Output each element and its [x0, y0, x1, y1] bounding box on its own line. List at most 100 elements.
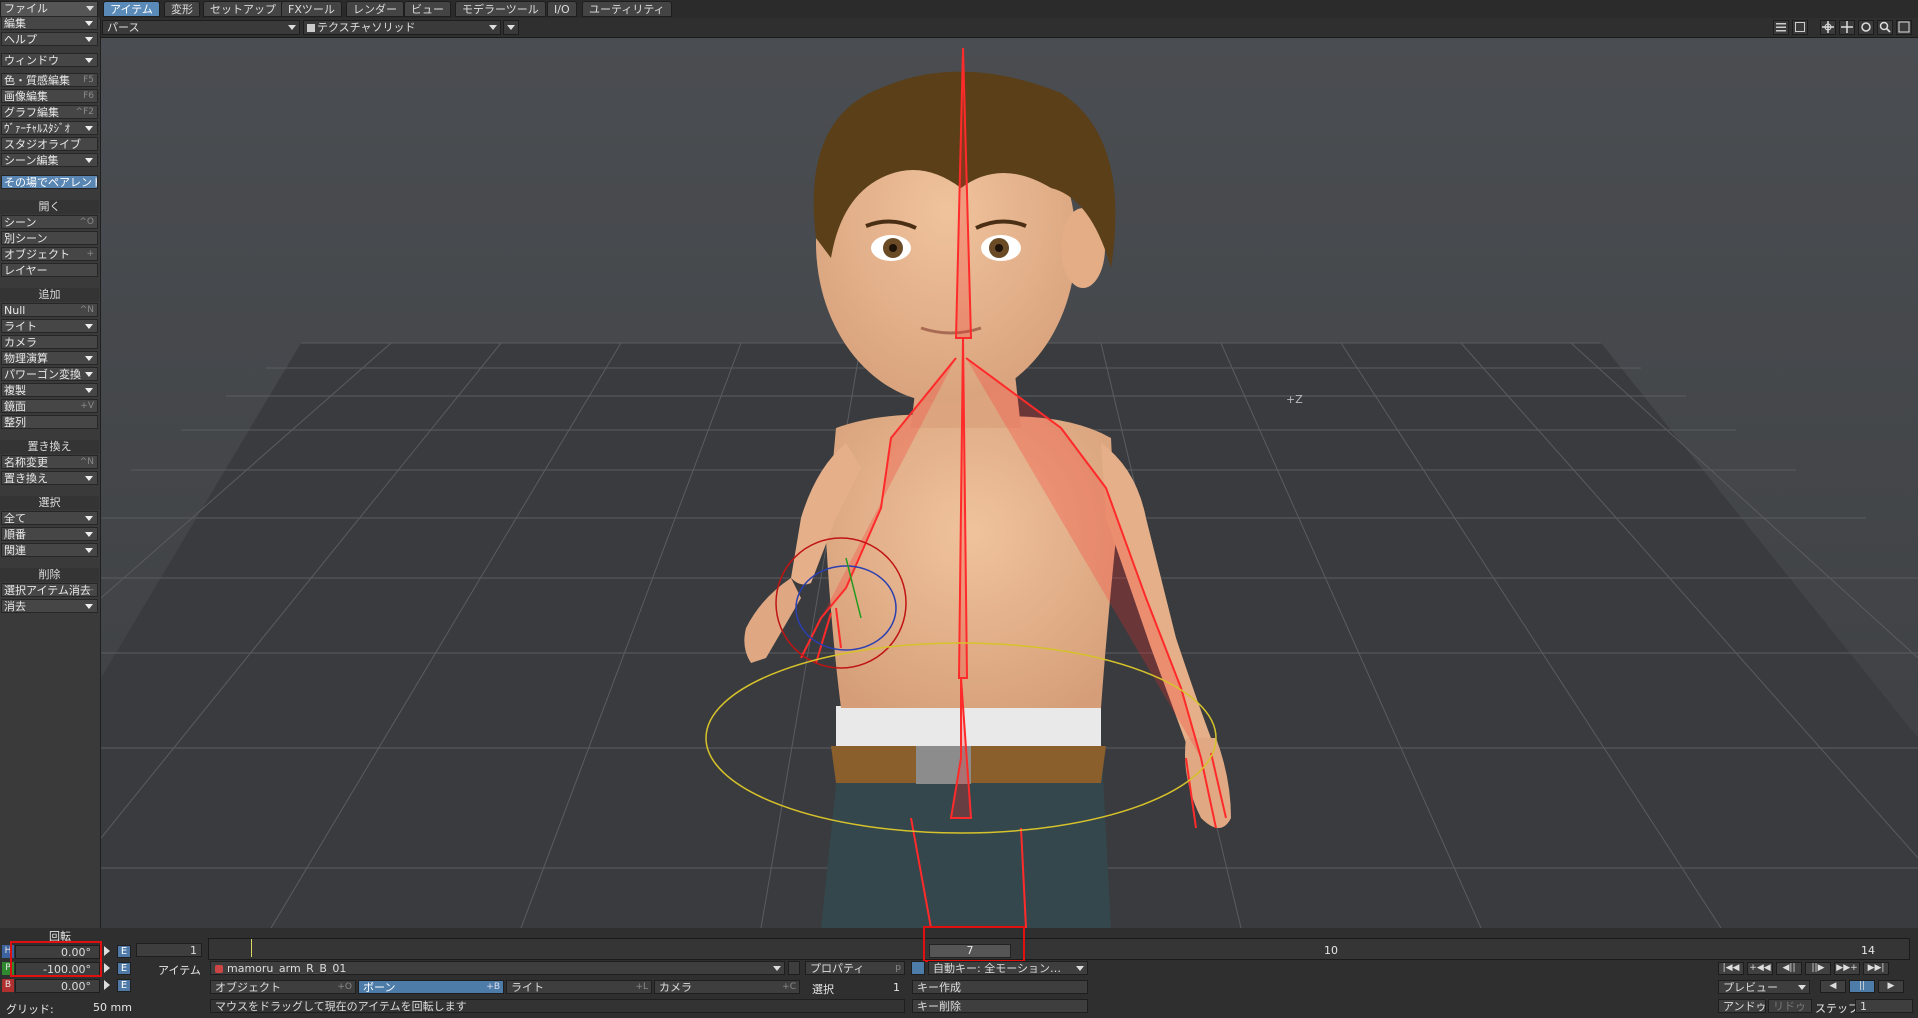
svg-text:+Z: +Z: [1286, 393, 1303, 406]
edit-menu-label: 編集: [4, 17, 26, 30]
help-menu[interactable]: ヘルプ: [1, 32, 98, 46]
grid-value: 50 mm: [93, 1001, 132, 1014]
file-menu[interactable]: ファイル: [0, 1, 98, 17]
chevron-down-icon: [85, 126, 93, 131]
add-null-button[interactable]: Null ^N: [1, 303, 98, 317]
render-mode-dropdown[interactable]: テクスチャソリッド: [303, 20, 501, 35]
move-view-icon[interactable]: [1820, 20, 1836, 35]
select-all-menu[interactable]: 全て: [1, 511, 98, 525]
redo-button[interactable]: リドゥ: [1768, 999, 1812, 1013]
viewport-layout-icon[interactable]: [1792, 20, 1808, 35]
rename-button[interactable]: 名称変更 ^N: [1, 455, 98, 469]
add-light-menu[interactable]: ライト: [1, 319, 98, 333]
select-related-menu[interactable]: 関連: [1, 543, 98, 557]
envelope-p-button[interactable]: E: [117, 962, 131, 975]
clone-menu[interactable]: 複製: [1, 383, 98, 397]
next-frame-button[interactable]: ||▶: [1805, 962, 1831, 975]
camera-type-label: カメラ: [659, 981, 692, 994]
zoom-view-icon[interactable]: [1877, 20, 1893, 35]
studio-live-button[interactable]: スタジオライブ: [1, 137, 98, 151]
load-other-scene-button[interactable]: 別シーン: [1, 231, 98, 245]
auto-key-dropdown[interactable]: 自動キー: 全モーション…: [928, 961, 1088, 975]
go-to-start-button[interactable]: |◀◀: [1718, 962, 1744, 975]
delete-key-button[interactable]: キー削除: [912, 999, 1088, 1013]
light-type-button[interactable]: ライト +L: [506, 980, 652, 994]
load-scene-button[interactable]: シーン ^O: [1, 215, 98, 229]
envelope-h-button[interactable]: E: [117, 945, 131, 958]
shortcut-label: +B: [486, 982, 500, 992]
chevron-down-icon: [85, 356, 93, 361]
tab-modify[interactable]: 変形: [164, 1, 200, 17]
bone-type-button[interactable]: ボーン +B: [358, 980, 504, 994]
create-key-button[interactable]: キー作成: [912, 980, 1088, 994]
play-arrow-icon[interactable]: [104, 946, 110, 956]
graph-editor-button[interactable]: グラフ編集 ^F2: [1, 105, 98, 119]
properties-button[interactable]: プロパティ p: [805, 961, 905, 975]
maximize-view-icon[interactable]: [1896, 20, 1912, 35]
rotate-view-icon[interactable]: [1858, 20, 1874, 35]
add-light-label: ライト: [4, 320, 37, 333]
add-camera-button[interactable]: カメラ: [1, 335, 98, 349]
rotation-b-field[interactable]: 0.00°: [15, 979, 100, 993]
replace-menu[interactable]: 置き換え: [1, 471, 98, 485]
tab-io[interactable]: I/O: [547, 1, 577, 17]
scene-editor-menu[interactable]: シーン編集: [1, 153, 98, 167]
step-field[interactable]: 1: [1855, 999, 1913, 1013]
pause-button[interactable]: ||: [1849, 980, 1875, 993]
play-forward-button[interactable]: ▶: [1878, 980, 1904, 993]
edit-menu[interactable]: 編集: [1, 16, 98, 30]
clear-menu[interactable]: 消去: [1, 599, 98, 613]
list-icon[interactable]: [1773, 20, 1789, 35]
window-menu[interactable]: ウィンドウ: [1, 53, 98, 67]
load-object-button[interactable]: オブジェクト +: [1, 247, 98, 261]
select-order-menu[interactable]: 順番: [1, 527, 98, 541]
pan-view-icon[interactable]: [1839, 20, 1855, 35]
tab-modeler-tools[interactable]: モデラーツール: [455, 1, 546, 17]
shortcut-label: ^N: [79, 305, 94, 315]
current-item-dropdown[interactable]: mamoru_arm_R_B_01: [210, 961, 785, 975]
tab-fx-tools[interactable]: FXツール: [281, 1, 342, 17]
replace-label: 置き換え: [4, 472, 48, 485]
3d-viewport[interactable]: +Z: [101, 38, 1918, 928]
play-arrow-icon[interactable]: [104, 963, 110, 973]
tab-view[interactable]: ビュー: [404, 1, 451, 17]
file-menu-label: ファイル: [4, 2, 48, 15]
viewport-options-button[interactable]: [503, 20, 519, 35]
main-menu-bar: ファイル アイテム 変形 セットアップ FXツール レンダー ビュー モデラーツ…: [0, 0, 1918, 19]
create-key-label: キー作成: [917, 981, 961, 994]
previous-key-button[interactable]: +◀◀: [1747, 962, 1773, 975]
surface-editor-button[interactable]: 色・質感編集 F5: [1, 73, 98, 87]
selected-count-label: 選択: [812, 983, 834, 996]
envelope-b-button[interactable]: E: [117, 979, 131, 992]
object-type-button[interactable]: オブジェクト +O: [210, 980, 356, 994]
tab-item[interactable]: アイテム: [103, 1, 160, 17]
align-button[interactable]: 整列: [1, 415, 98, 429]
next-key-button[interactable]: ▶▶+: [1834, 962, 1860, 975]
image-editor-button[interactable]: 画像編集 F6: [1, 89, 98, 103]
tab-utilities[interactable]: ユーティリティ: [582, 1, 672, 17]
polygon-convert-menu[interactable]: パワーゴン変換: [1, 367, 98, 381]
mirror-button[interactable]: 鏡面 +V: [1, 399, 98, 413]
virtual-studio-menu[interactable]: ｳﾞｧｰﾁｬﾙｽﾀｼﾞｵ: [1, 121, 98, 135]
studio-live-label: スタジオライブ: [4, 138, 81, 151]
go-to-end-button[interactable]: ▶▶|: [1863, 962, 1889, 975]
undo-button[interactable]: アンドゥ: [1718, 999, 1766, 1013]
view-mode-dropdown[interactable]: パース: [102, 20, 300, 35]
load-layer-button[interactable]: レイヤー: [1, 263, 98, 277]
virtual-studio-label: ｳﾞｧｰﾁｬﾙｽﾀｼﾞｵ: [4, 122, 70, 135]
item-options-button[interactable]: [788, 961, 800, 975]
play-backward-button[interactable]: ◀: [1820, 980, 1846, 993]
preview-dropdown[interactable]: プレビュー: [1718, 980, 1810, 994]
tab-setup[interactable]: セットアップ: [203, 1, 283, 17]
tab-render[interactable]: レンダー: [346, 1, 404, 17]
physics-menu[interactable]: 物理演算: [1, 351, 98, 365]
parent-in-place-toggle[interactable]: その場でペアレント: [1, 175, 98, 189]
timeline-slider[interactable]: 7 10 14: [208, 938, 1910, 960]
play-arrow-icon[interactable]: [104, 980, 110, 990]
camera-type-button[interactable]: カメラ +C: [654, 980, 800, 994]
load-scene-label: シーン: [4, 216, 37, 229]
auto-key-toggle[interactable]: [911, 961, 925, 975]
start-frame-field[interactable]: 1: [136, 943, 202, 957]
previous-frame-button[interactable]: ◀||: [1776, 962, 1802, 975]
clear-selected-button[interactable]: 選択アイテム消去 -: [1, 583, 98, 597]
